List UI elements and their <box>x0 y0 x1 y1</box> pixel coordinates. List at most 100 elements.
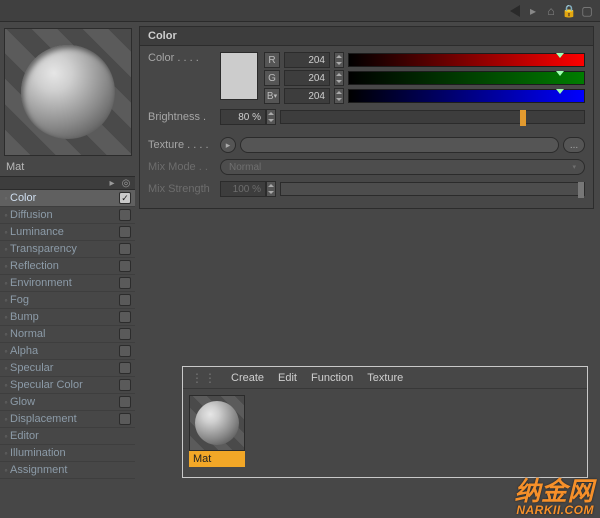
mixstrength-spinner[interactable] <box>266 181 276 197</box>
channel-label: Diffusion <box>10 209 119 221</box>
channel-row-diffusion[interactable]: ◦Diffusion <box>0 207 135 224</box>
mixmode-label: Mix Mode . . <box>148 161 220 173</box>
channel-row-reflection[interactable]: ◦Reflection <box>0 258 135 275</box>
material-name-input[interactable] <box>6 161 129 173</box>
mixmode-dropdown[interactable]: Normal▾ <box>220 159 585 175</box>
channel-checkbox[interactable] <box>119 226 131 238</box>
menu-function[interactable]: Function <box>311 372 353 384</box>
material-preview[interactable] <box>4 28 132 156</box>
channel-row-illumination[interactable]: ◦Illumination <box>0 445 135 462</box>
texture-picker-icon[interactable]: ▸ <box>220 137 236 153</box>
r-label[interactable]: R <box>264 52 280 68</box>
channel-row-specular-color[interactable]: ◦Specular Color <box>0 377 135 394</box>
channel-checkbox[interactable] <box>119 243 131 255</box>
material-thumb[interactable]: Mat <box>189 395 245 467</box>
channel-row-environment[interactable]: ◦Environment <box>0 275 135 292</box>
material-thumb-label[interactable]: Mat <box>189 451 245 467</box>
home-icon[interactable]: ⌂ <box>544 4 558 18</box>
channel-bullet-icon: ◦ <box>2 346 10 356</box>
channel-checkbox[interactable]: ✓ <box>119 192 131 204</box>
b-gradient[interactable] <box>348 89 585 103</box>
g-gradient[interactable] <box>348 71 585 85</box>
panel-grip-icon[interactable]: ⋮⋮ <box>191 371 217 385</box>
menu-edit[interactable]: Edit <box>278 372 297 384</box>
channel-bullet-icon: ◦ <box>2 210 10 220</box>
channel-row-luminance[interactable]: ◦Luminance <box>0 224 135 241</box>
channel-checkbox[interactable] <box>119 294 131 306</box>
r-spinner[interactable] <box>334 52 344 68</box>
channel-label: Specular Color <box>10 379 119 391</box>
mixstrength-slider[interactable] <box>280 182 585 196</box>
material-name-row <box>0 158 135 176</box>
b-spinner[interactable] <box>334 88 344 104</box>
section-body: Color . . . . R 204 G 204 <box>139 46 594 209</box>
channel-row-glow[interactable]: ◦Glow <box>0 394 135 411</box>
brightness-handle[interactable] <box>520 110 526 126</box>
texture-more-button[interactable]: ... <box>563 137 585 153</box>
menu-create[interactable]: Create <box>231 372 264 384</box>
channel-bullet-icon: ◦ <box>2 227 10 237</box>
brightness-row: Brightness . 80 % <box>148 108 585 126</box>
channel-row-fog[interactable]: ◦Fog <box>0 292 135 309</box>
r-gradient[interactable] <box>348 53 585 67</box>
channel-checkbox[interactable] <box>119 379 131 391</box>
channel-label: Assignment <box>10 464 119 476</box>
texture-label: Texture . . . . <box>148 139 220 151</box>
color-swatch[interactable] <box>220 52 258 100</box>
channel-checkbox[interactable] <box>119 260 131 272</box>
channel-label: Glow <box>10 396 119 408</box>
channel-checkbox[interactable] <box>119 396 131 408</box>
mixmode-row: Mix Mode . . Normal▾ <box>148 158 585 176</box>
g-value[interactable]: 204 <box>284 70 330 86</box>
brightness-value[interactable]: 80 % <box>220 109 266 125</box>
channel-checkbox[interactable] <box>119 277 131 289</box>
channel-label: Displacement <box>10 413 119 425</box>
channel-row-displacement[interactable]: ◦Displacement <box>0 411 135 428</box>
r-value[interactable]: 204 <box>284 52 330 68</box>
channel-label: Color <box>10 192 119 204</box>
nav-fwd-icon[interactable]: ▸ <box>526 4 540 18</box>
g-label[interactable]: G <box>264 70 280 86</box>
play-icon[interactable]: ▸ <box>107 178 117 188</box>
g-spinner[interactable] <box>334 70 344 86</box>
lock-icon[interactable]: 🔒 <box>562 4 576 18</box>
mixstrength-row: Mix Strength 100 % <box>148 180 585 198</box>
mixstrength-value[interactable]: 100 % <box>220 181 266 197</box>
channel-row-bump[interactable]: ◦Bump <box>0 309 135 326</box>
channel-bullet-icon: ◦ <box>2 380 10 390</box>
channel-bullet-icon: ◦ <box>2 278 10 288</box>
channel-checkbox[interactable] <box>119 345 131 357</box>
channel-bullet-icon: ◦ <box>2 244 10 254</box>
channel-row-editor[interactable]: ◦Editor <box>0 428 135 445</box>
b-value[interactable]: 204 <box>284 88 330 104</box>
texture-field[interactable] <box>240 137 559 153</box>
channel-row-transparency[interactable]: ◦Transparency <box>0 241 135 258</box>
channel-row-color[interactable]: ◦Color✓ <box>0 190 135 207</box>
channel-row-alpha[interactable]: ◦Alpha <box>0 343 135 360</box>
channel-checkbox[interactable] <box>119 311 131 323</box>
brightness-spinner[interactable] <box>266 109 276 125</box>
channel-bullet-icon: ◦ <box>2 193 10 203</box>
channel-label: Illumination <box>10 447 119 459</box>
target-icon[interactable]: ◎ <box>121 178 131 188</box>
channel-row-normal[interactable]: ◦Normal <box>0 326 135 343</box>
channel-checkbox[interactable] <box>119 413 131 425</box>
nav-back-icon[interactable] <box>508 4 522 18</box>
channel-bullet-icon: ◦ <box>2 329 10 339</box>
maximize-icon[interactable]: ▢ <box>580 4 594 18</box>
menu-texture[interactable]: Texture <box>367 372 403 384</box>
mixstrength-handle[interactable] <box>578 182 584 198</box>
material-thumb-preview <box>189 395 245 451</box>
brightness-slider[interactable] <box>280 110 585 124</box>
channel-label: Normal <box>10 328 119 340</box>
channel-row-specular[interactable]: ◦Specular <box>0 360 135 377</box>
channel-bullet-icon: ◦ <box>2 414 10 424</box>
channel-checkbox[interactable] <box>119 362 131 374</box>
b-label[interactable]: B ▾ <box>264 88 280 104</box>
channel-checkbox[interactable] <box>119 209 131 221</box>
channel-bullet-icon: ◦ <box>2 465 10 475</box>
channel-checkbox[interactable] <box>119 328 131 340</box>
g-row: G 204 <box>264 70 585 86</box>
channel-row-assignment[interactable]: ◦Assignment <box>0 462 135 479</box>
channel-bullet-icon: ◦ <box>2 363 10 373</box>
